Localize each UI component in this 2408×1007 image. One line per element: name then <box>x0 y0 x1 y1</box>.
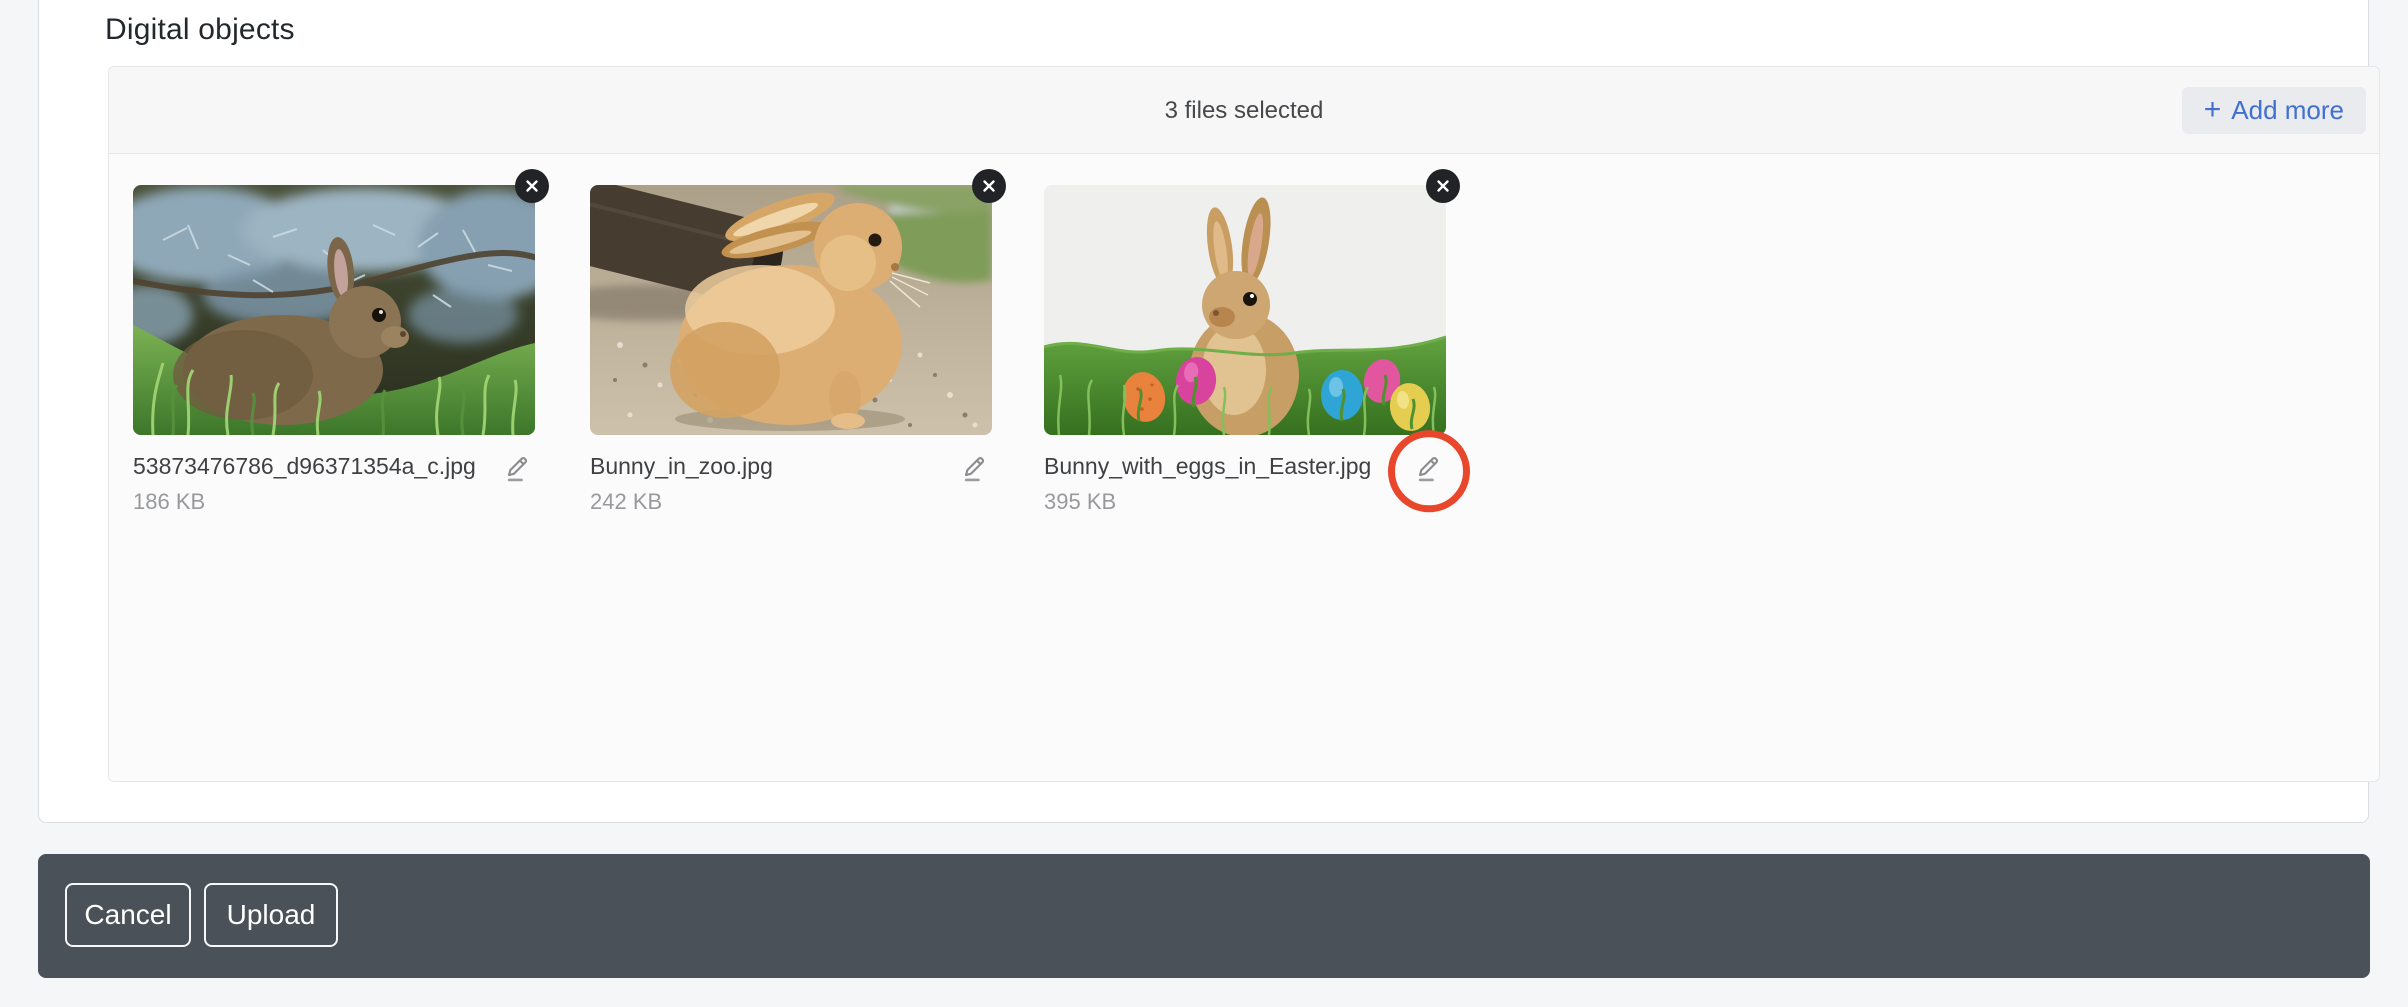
thumbnail-image-tan-bunny <box>590 185 992 435</box>
thumbnail-wrap <box>133 185 535 435</box>
upload-page: { "header": { "title": "Digital objects"… <box>0 0 2408 1007</box>
file-card: Bunny_in_zoo.jpg 242 KB <box>590 185 992 515</box>
add-more-button[interactable]: + Add more <box>2182 87 2366 134</box>
close-x-icon <box>1433 176 1453 196</box>
close-x-icon <box>522 176 542 196</box>
edit-file-button[interactable] <box>956 449 994 487</box>
remove-file-button[interactable] <box>515 169 549 203</box>
file-size: 242 KB <box>590 489 773 515</box>
add-more-label: Add more <box>2231 95 2344 126</box>
close-x-icon <box>979 176 999 196</box>
edit-file-button[interactable] <box>1410 449 1448 487</box>
thumbnail-image-easter-bunny <box>1044 185 1446 435</box>
upload-button[interactable]: Upload <box>204 883 338 947</box>
caption-row: Bunny_with_eggs_in_Easter.jpg 395 KB <box>1044 453 1446 515</box>
edit-file-button[interactable] <box>499 449 537 487</box>
remove-file-button[interactable] <box>972 169 1006 203</box>
panel-header: 3 files selected + Add more <box>109 67 2379 154</box>
page-title: Digital objects <box>105 13 295 47</box>
pencil-icon <box>1413 452 1445 484</box>
thumbnail-image-wild-rabbit <box>133 185 535 435</box>
file-name: Bunny_with_eggs_in_Easter.jpg <box>1044 453 1371 480</box>
caption-row: 53873476786_d96371354a_c.jpg 186 KB <box>133 453 535 515</box>
file-card: Bunny_with_eggs_in_Easter.jpg 395 KB <box>1044 185 1446 515</box>
file-size: 395 KB <box>1044 489 1371 515</box>
pencil-icon <box>959 452 991 484</box>
caption-row: Bunny_in_zoo.jpg 242 KB <box>590 453 992 515</box>
file-size: 186 KB <box>133 489 473 515</box>
plus-icon: + <box>2204 95 2222 125</box>
thumbnail-wrap <box>1044 185 1446 435</box>
file-card: 53873476786_d96371354a_c.jpg 186 KB <box>133 185 535 515</box>
file-name: Bunny_in_zoo.jpg <box>590 453 773 480</box>
files-selected-status: 3 files selected <box>109 67 2379 154</box>
file-texts: Bunny_in_zoo.jpg 242 KB <box>590 453 773 515</box>
file-name: 53873476786_d96371354a_c.jpg <box>133 453 473 480</box>
pencil-icon <box>502 452 534 484</box>
cancel-button[interactable]: Cancel <box>65 883 191 947</box>
file-texts: 53873476786_d96371354a_c.jpg 186 KB <box>133 453 473 515</box>
footer-action-bar: Cancel Upload <box>38 854 2370 978</box>
digital-objects-panel: 3 files selected + Add more 53873476786_… <box>108 66 2380 782</box>
remove-file-button[interactable] <box>1426 169 1460 203</box>
thumbnail-wrap <box>590 185 992 435</box>
file-texts: Bunny_with_eggs_in_Easter.jpg 395 KB <box>1044 453 1371 515</box>
content-card: Digital objects 3 files selected + Add m… <box>38 0 2369 823</box>
